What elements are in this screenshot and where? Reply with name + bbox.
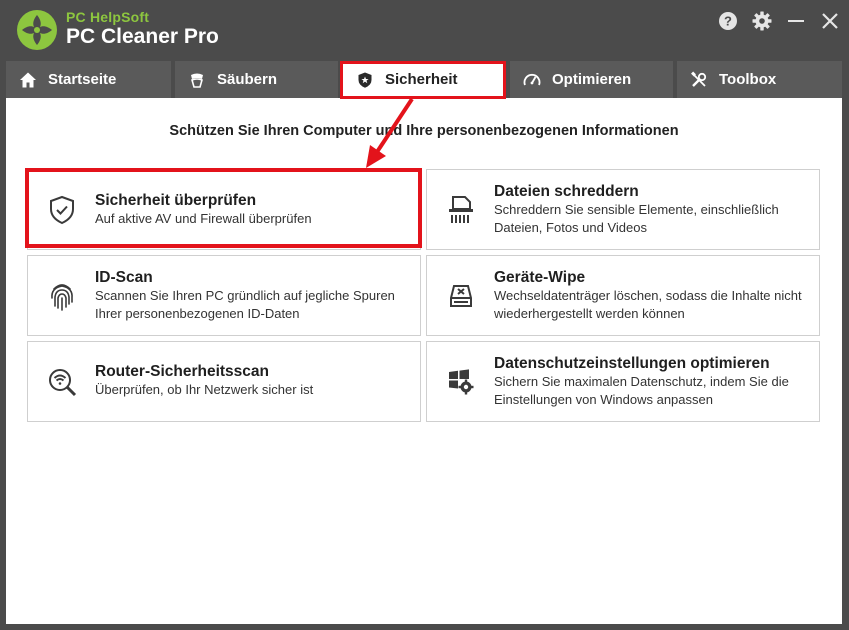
home-icon: [18, 70, 38, 90]
help-icon[interactable]: ?: [717, 10, 739, 32]
card-description: Scannen Sie Ihren PC gründlich auf jegli…: [95, 288, 395, 321]
drive-wipe-icon: [443, 278, 479, 314]
card-dateien-schreddern[interactable]: Dateien schreddern Schreddern Sie sensib…: [426, 169, 820, 250]
card-title: Dateien schreddern: [494, 183, 639, 200]
main-tabs: Startseite Säubern Sicherheit Optimieren…: [6, 61, 842, 98]
fingerprint-icon: [44, 278, 80, 314]
card-geraete-wipe[interactable]: Geräte-Wipe Wechseldatenträger löschen, …: [426, 255, 820, 336]
leaf-logo-icon: [16, 9, 58, 51]
card-title: Datenschutzeinstellungen optimieren: [494, 355, 770, 372]
card-sicherheit-ueberpruefen[interactable]: Sicherheit überprüfen Auf aktive AV und …: [27, 169, 421, 250]
card-title: ID-Scan: [95, 269, 153, 286]
wifi-search-icon: [44, 364, 80, 400]
shield-check-icon: [44, 192, 80, 228]
brand-company: PC HelpSoft: [66, 9, 150, 25]
tab-label: Startseite: [48, 71, 117, 88]
tab-label: Sicherheit: [385, 71, 458, 88]
tab-label: Säubern: [217, 71, 278, 88]
content-panel: Schützen Sie Ihren Computer und Ihre per…: [6, 98, 842, 624]
tab-startseite[interactable]: Startseite: [6, 61, 171, 98]
svg-text:?: ?: [724, 14, 732, 29]
close-icon[interactable]: [819, 10, 841, 32]
minimize-icon[interactable]: [785, 10, 807, 32]
card-title: Sicherheit überprüfen: [95, 192, 257, 209]
speedometer-icon: [522, 70, 542, 90]
tab-optimieren[interactable]: Optimieren: [510, 61, 673, 98]
card-title: Geräte-Wipe: [494, 269, 586, 286]
shredder-icon: [443, 192, 479, 228]
windows-gear-icon: [443, 364, 479, 400]
card-description: Auf aktive AV und Firewall überprüfen: [95, 211, 312, 226]
tab-saeubern[interactable]: Säubern: [175, 61, 338, 98]
card-router-sicherheitsscan[interactable]: Router-Sicherheitsscan Überprüfen, ob Ih…: [27, 341, 421, 422]
gear-icon[interactable]: [751, 10, 773, 32]
card-description: Wechseldatenträger löschen, sodass die I…: [494, 288, 802, 321]
app-title: PC Cleaner Pro: [66, 25, 219, 48]
card-datenschutzeinstellungen[interactable]: Datenschutzeinstellungen optimieren Sich…: [426, 341, 820, 422]
card-description: Überprüfen, ob Ihr Netzwerk sicher ist: [95, 382, 314, 397]
card-description: Schreddern Sie sensible Elemente, einsch…: [494, 202, 779, 235]
broom-icon: [187, 70, 207, 90]
page-headline: Schützen Sie Ihren Computer und Ihre per…: [169, 123, 679, 139]
tab-label: Toolbox: [719, 71, 777, 88]
card-id-scan[interactable]: ID-Scan Scannen Sie Ihren PC gründlich a…: [27, 255, 421, 336]
card-description: Sichern Sie maximalen Datenschutz, indem…: [494, 374, 789, 407]
title-bar: PC HelpSoft PC Cleaner Pro ?: [0, 0, 849, 58]
tab-toolbox[interactable]: Toolbox: [677, 61, 842, 98]
app-window: PC HelpSoft PC Cleaner Pro ? Startseite …: [0, 0, 849, 630]
tools-icon: [689, 70, 709, 90]
tab-sicherheit[interactable]: Sicherheit: [343, 61, 506, 98]
shield-star-icon: [355, 70, 375, 90]
card-title: Router-Sicherheitsscan: [95, 363, 269, 380]
tab-label: Optimieren: [552, 71, 632, 88]
